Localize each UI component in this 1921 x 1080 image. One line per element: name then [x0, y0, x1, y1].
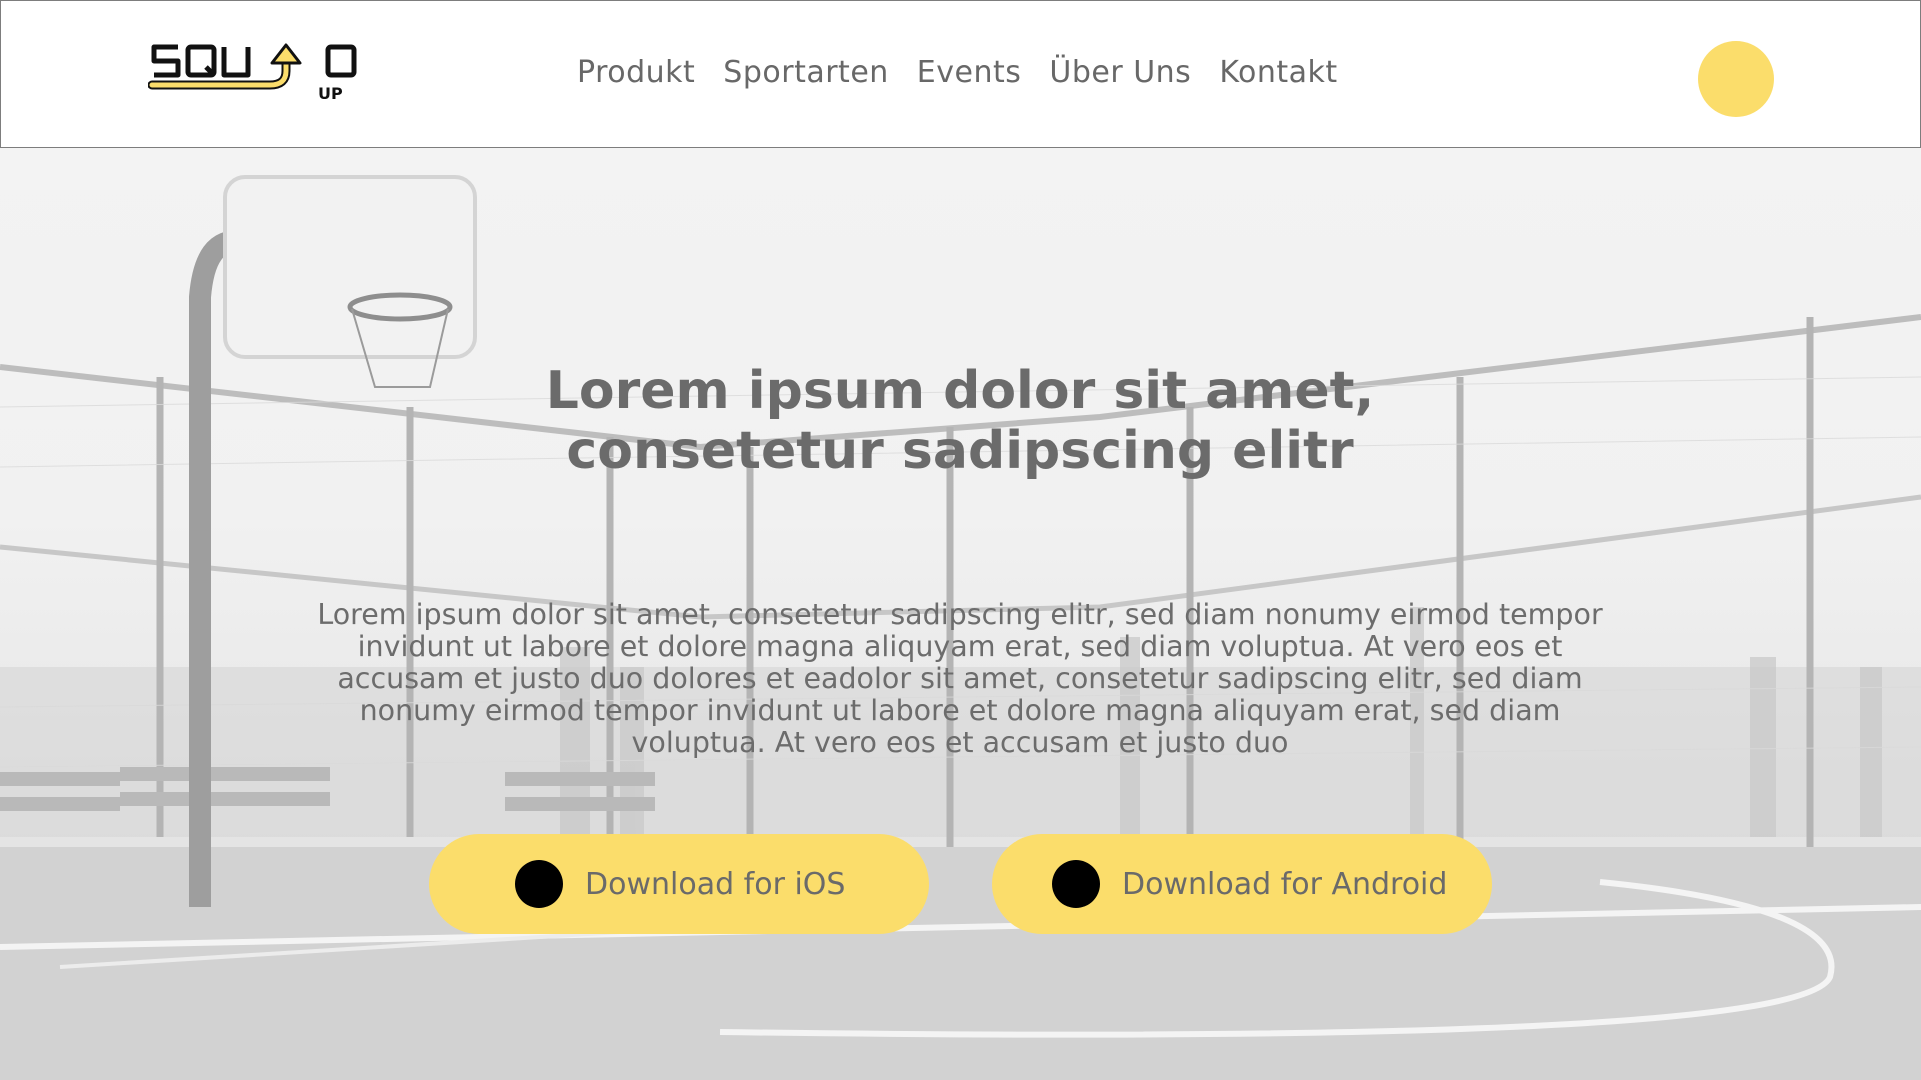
- nav-item-produkt[interactable]: Produkt: [577, 55, 695, 90]
- download-ios-label: Download for iOS: [585, 866, 846, 902]
- download-android-label: Download for Android: [1122, 866, 1448, 902]
- hero-title: Lorem ipsum dolor sit amet, consetetur s…: [545, 361, 1375, 481]
- nav-item-kontakt[interactable]: Kontakt: [1219, 55, 1337, 90]
- svg-text:UP: UP: [318, 84, 343, 103]
- main-nav: Produkt Sportarten Events Über Uns Konta…: [577, 55, 1338, 90]
- avatar[interactable]: [1698, 41, 1774, 117]
- site-header: UP Produkt Sportarten Events Über Uns Ko…: [0, 0, 1921, 148]
- circle-icon: [1052, 860, 1100, 908]
- download-android-button[interactable]: Download for Android: [992, 834, 1492, 934]
- nav-item-events[interactable]: Events: [917, 55, 1022, 90]
- nav-item-sportarten[interactable]: Sportarten: [723, 55, 889, 90]
- hero-section: Lorem ipsum dolor sit amet, consetetur s…: [0, 147, 1921, 1080]
- nav-item-ueber-uns[interactable]: Über Uns: [1049, 55, 1191, 90]
- squad-up-logo[interactable]: UP: [148, 41, 368, 111]
- hero-text: Lorem ipsum dolor sit amet, consetetur s…: [317, 598, 1603, 759]
- download-ios-button[interactable]: Download for iOS: [429, 834, 929, 934]
- circle-icon: [515, 860, 563, 908]
